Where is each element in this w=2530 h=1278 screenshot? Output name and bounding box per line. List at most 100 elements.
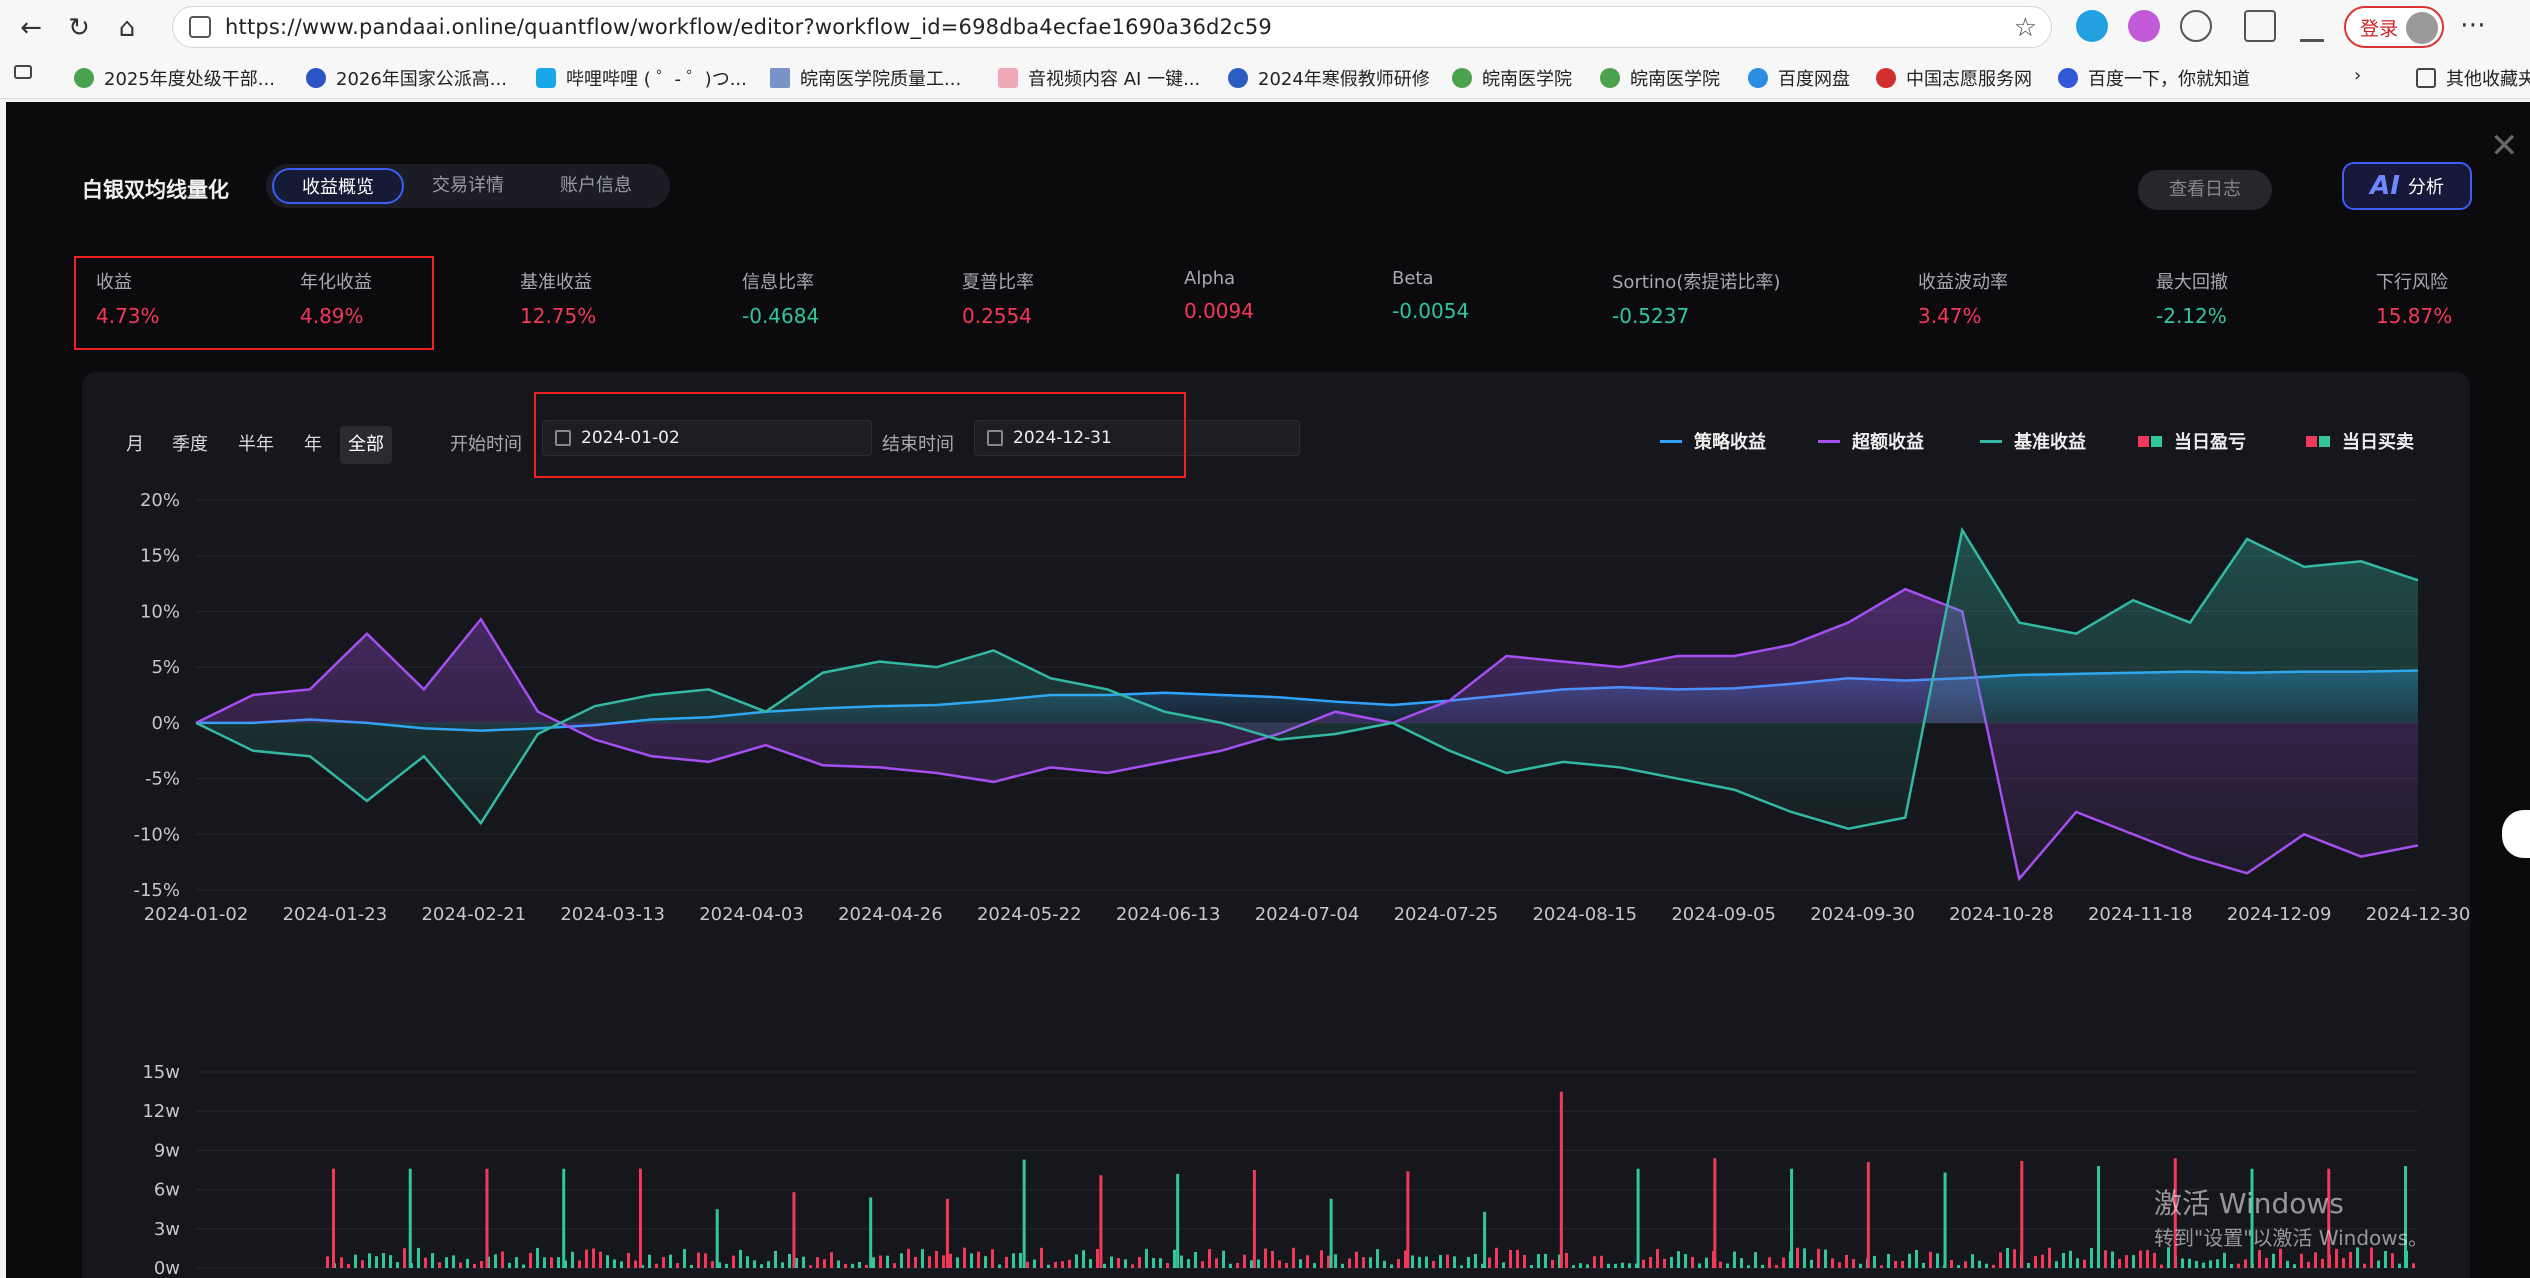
refresh-icon[interactable]: ↻ (62, 11, 96, 45)
bookmark-item[interactable]: 皖南医学院质量工... (770, 65, 961, 91)
bookmark-item[interactable]: 中国志愿服务网 (1876, 65, 2032, 91)
favorites-icon[interactable] (2244, 10, 2276, 42)
volume-bar (1544, 1253, 1547, 1268)
volume-bar (1803, 1248, 1806, 1268)
more-menu-icon[interactable]: ⋯ (2460, 10, 2486, 40)
volume-bar (1537, 1254, 1540, 1268)
volume-bar (1194, 1251, 1197, 1268)
volume-bar (1152, 1257, 1155, 1268)
chevron-right-icon[interactable]: › (2354, 65, 2361, 86)
volume-bar (767, 1261, 770, 1268)
volume-bar (1922, 1262, 1925, 1268)
volume-bar (1621, 1262, 1624, 1268)
volume-bar (1327, 1255, 1330, 1268)
volume-bar (1390, 1264, 1393, 1268)
volume-bar (1754, 1252, 1757, 1268)
volume-bar (1131, 1264, 1134, 1268)
volume-bar (1726, 1263, 1729, 1268)
volume-bar (1022, 1159, 1026, 1268)
volume-bar (844, 1263, 847, 1268)
volume-bar (1103, 1263, 1106, 1268)
browser-toolbar: ← ↻ ⌂ https://www.pandaai.online/quantfl… (0, 0, 2530, 55)
volume-bar (1483, 1211, 1487, 1268)
volume-bar (1236, 1262, 1239, 1268)
volume-bar (1614, 1263, 1617, 1268)
volume-bar (585, 1249, 588, 1268)
y-tick-label: 0% (151, 713, 180, 734)
volume-bar (1845, 1254, 1848, 1268)
volume-bar (2384, 1251, 2387, 1268)
volume-bar (2055, 1261, 2058, 1268)
volume-bar (2398, 1263, 2401, 1268)
volume-bar (2209, 1260, 2212, 1268)
volume-bar (1362, 1257, 1365, 1268)
x-tick-label: 2024-12-30 (2366, 904, 2471, 925)
volume-bar (655, 1263, 658, 1268)
volume-bar (858, 1261, 861, 1268)
volume-bar (1810, 1259, 1813, 1268)
volume-bar (2097, 1166, 2101, 1268)
bookmarks-menu-icon[interactable] (14, 65, 42, 79)
volume-bar (638, 1168, 642, 1268)
bookmark-item[interactable]: 哔哩哔哩 ( ゜- ゜)つ... (536, 65, 747, 91)
y-tick-label: -5% (145, 769, 180, 790)
volume-bar (1411, 1255, 1414, 1268)
bookmark-item[interactable]: 2026年国家公派高... (306, 65, 507, 91)
volume-bar (1099, 1175, 1103, 1268)
login-label: 登录 (2360, 17, 2399, 40)
bookmark-item[interactable]: 皖南医学院 (1600, 65, 1720, 91)
volume-bar (2258, 1250, 2261, 1268)
volume-bar (382, 1253, 385, 1268)
volume-bar (781, 1262, 784, 1268)
volume-bar (676, 1263, 679, 1268)
bookmark-item[interactable]: 2024年寒假教师研修 (1228, 65, 1430, 91)
volume-bar (1559, 1091, 1563, 1268)
volume-bar (1873, 1255, 1876, 1268)
x-tick-label: 2024-02-21 (421, 904, 526, 925)
bookmark-folder[interactable]: 其他收藏夹 (2416, 65, 2530, 91)
volume-bar (2349, 1252, 2352, 1268)
favorite-star-icon[interactable]: ☆ (2014, 13, 2037, 43)
volume-bar (851, 1263, 854, 1268)
volume-bar (1432, 1260, 1435, 1268)
volume-bar (1600, 1255, 1603, 1268)
x-tick-label: 2024-07-25 (1394, 904, 1499, 925)
address-bar[interactable]: https://www.pandaai.online/quantflow/wor… (172, 6, 2052, 48)
volume-bar (865, 1264, 868, 1268)
volume-bar (550, 1257, 553, 1268)
volume-bar (1768, 1257, 1771, 1268)
volume-bar (1713, 1158, 1717, 1268)
volume-bar (2041, 1254, 2044, 1268)
volume-bar (1859, 1263, 1862, 1268)
back-icon[interactable]: ← (14, 11, 48, 45)
volume-bar (1572, 1265, 1575, 1268)
extension-color-icon[interactable] (2128, 10, 2160, 42)
login-button[interactable]: 登录 (2344, 6, 2444, 48)
site-info-icon[interactable] (189, 16, 211, 38)
volume-bar (1453, 1256, 1456, 1268)
x-tick-label: 2024-08-15 (1532, 904, 1637, 925)
volume-bar (2377, 1260, 2380, 1268)
copilot-icon[interactable] (2076, 10, 2108, 42)
bookmark-item[interactable]: 2025年度处级干部... (74, 65, 275, 91)
y-tick-label: 3w (154, 1219, 180, 1240)
volume-bar (522, 1264, 525, 1268)
volume-bar (1460, 1265, 1463, 1268)
y-tick-label: -15% (133, 880, 180, 901)
volume-bar (970, 1253, 973, 1268)
bookmark-item[interactable]: 百度网盘 (1748, 65, 1850, 91)
downloads-icon[interactable] (2300, 10, 2324, 42)
volume-bar (1026, 1261, 1029, 1268)
bookmark-item[interactable]: 皖南医学院 (1452, 65, 1572, 91)
volume-bar (1649, 1256, 1652, 1268)
volume-bar (340, 1257, 343, 1268)
volume-bar (2363, 1263, 2366, 1268)
volume-bar (753, 1260, 756, 1268)
bookmark-item[interactable]: 百度一下，你就知道 (2058, 65, 2250, 91)
volume-bar (1698, 1263, 1701, 1268)
volume-bar (1096, 1249, 1099, 1268)
bookmark-item[interactable]: 音视频内容 AI 一键... (998, 65, 1200, 91)
volume-bar (792, 1192, 796, 1268)
extensions-icon[interactable] (2180, 10, 2212, 42)
home-icon[interactable]: ⌂ (110, 11, 144, 45)
